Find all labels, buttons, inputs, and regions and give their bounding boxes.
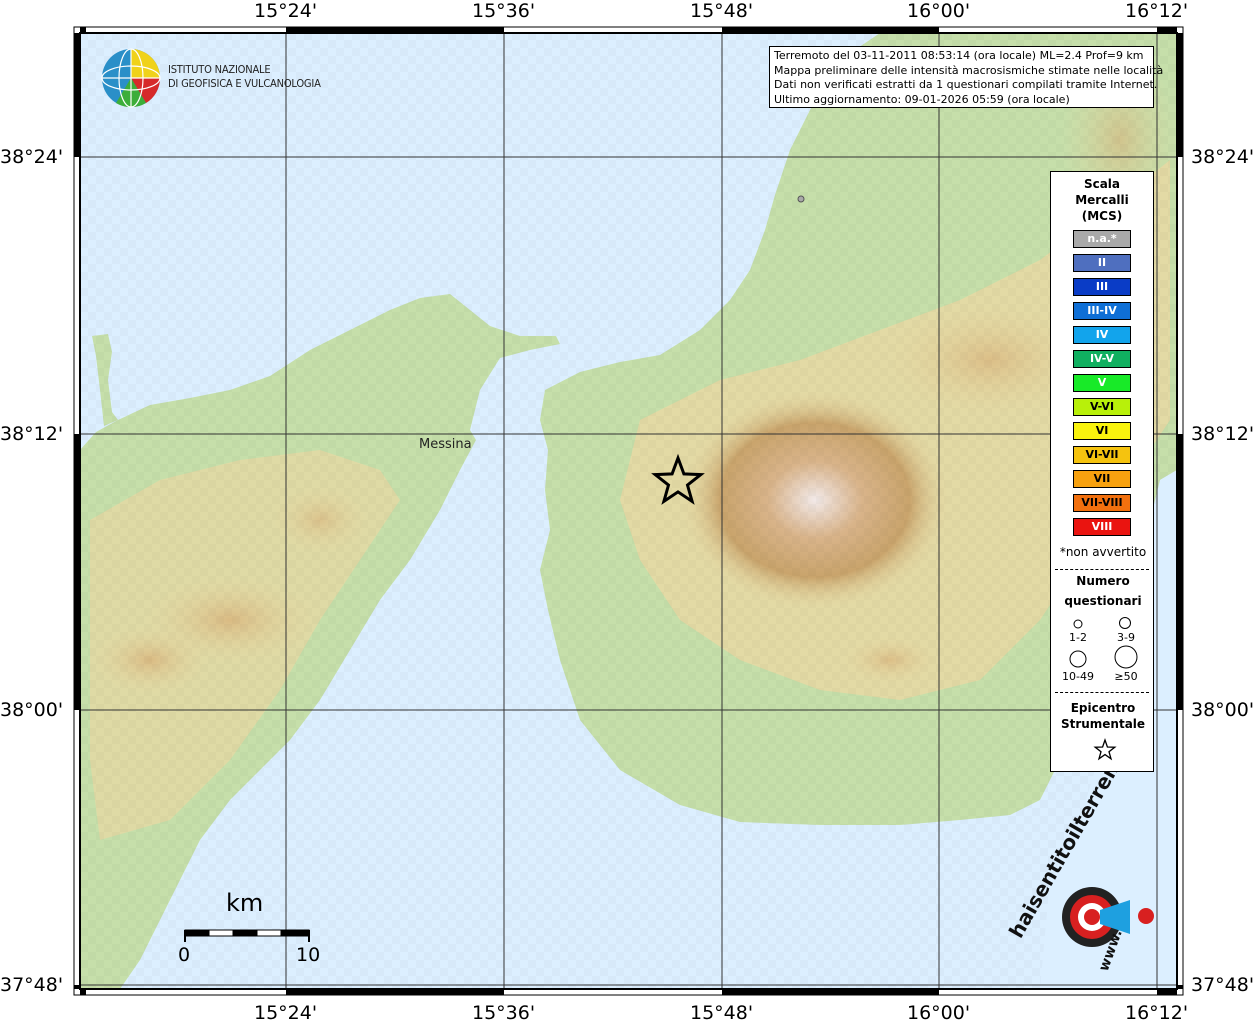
ingv-line-1: ISTITUTO NAZIONALE <box>168 63 271 76</box>
legend-epicenter-title-2: Strumentale <box>1060 717 1146 731</box>
scale-item: VII <box>1073 470 1131 488</box>
scale-item: V-VI <box>1073 398 1131 416</box>
legend-note: *non avvertito <box>1059 545 1147 559</box>
scale-item: n.a.* <box>1073 230 1131 248</box>
scale-item: VI-VII <box>1073 446 1131 464</box>
ingv-logo-text: ISTITUTO NAZIONALE DI GEOFISICA E VULCAN… <box>168 63 321 91</box>
count-label-2: 3-9 <box>1117 631 1135 644</box>
count-label-4: ≥50 <box>1114 670 1138 683</box>
legend-count-title-2: questionari <box>1064 594 1142 608</box>
mcs-legend: Scala Mercalli (MCS) *non avvertito Nume… <box>1050 171 1154 772</box>
scale-item: V <box>1073 374 1131 392</box>
ingv-line-2: DI GEOFISICA E VULCANOLOGIA <box>168 77 321 90</box>
scale-item: IV-V <box>1073 350 1131 368</box>
event-info-line-2: Mappa preliminare delle intensità macros… <box>774 63 1164 77</box>
legend-epicenter-title-1: Epicentro <box>1070 701 1136 715</box>
legend-star-icon <box>1093 738 1117 761</box>
ingv-logo-icon <box>101 48 161 108</box>
event-info-line-4: Ultimo aggiornamento: 09-01-2026 05:59 (… <box>774 92 1070 106</box>
legend-separator-1 <box>1055 569 1149 570</box>
event-info-box: Terremoto del 03-11-2011 08:53:14 (ora l… <box>769 46 1164 108</box>
scale-item: III-IV <box>1073 302 1131 320</box>
scale-item: VII-VIII <box>1073 494 1131 512</box>
legend-separator-2 <box>1055 692 1149 693</box>
count-label-1: 1-2 <box>1069 631 1087 644</box>
scale-item: II <box>1073 254 1131 272</box>
legend-title: Scala Mercalli (MCS) <box>1051 176 1153 224</box>
scale-item: IV <box>1073 326 1131 344</box>
event-info-line-3: Dati non verificati estratti da 1 questi… <box>774 78 1158 91</box>
scale-start-label: 0 <box>178 944 191 966</box>
scale-item: III <box>1073 278 1131 296</box>
legend-count-title-1: Numero <box>1076 574 1130 588</box>
legend-title-line-1: Scala <box>1083 177 1121 191</box>
scale-unit-label: km <box>226 889 264 917</box>
legend-title-line-3: (MCS) <box>1081 209 1123 223</box>
scale-end-label: 10 <box>296 944 321 966</box>
count-label-3: 10-49 <box>1062 670 1094 683</box>
event-info-line-1: Terremoto del 03-11-2011 08:53:14 (ora l… <box>774 49 1144 62</box>
scale-item: VI <box>1073 422 1131 440</box>
scale-item: VIII <box>1073 518 1131 536</box>
place-label-messina: Messina <box>419 437 472 452</box>
intensity-point <box>797 195 805 203</box>
legend-title-line-2: Mercalli <box>1075 193 1129 207</box>
